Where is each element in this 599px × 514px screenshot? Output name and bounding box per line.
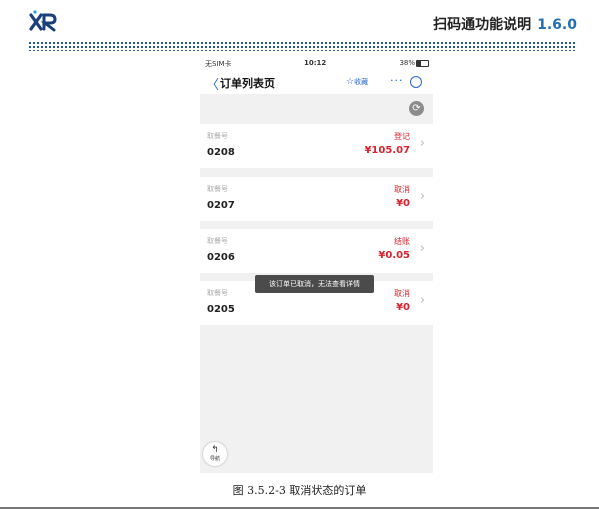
chevron-right-icon: › [419,136,425,151]
close-icon[interactable] [410,76,422,88]
toast-message: 该订单已取消，无法查看详情 [255,275,374,293]
order-label: 取餐号 [207,185,228,193]
order-status: 取消 [394,289,410,298]
navigation-button[interactable]: ↰ 导航 [203,442,227,466]
order-amount: ¥0 [396,302,410,313]
page-title: 订单列表页 [220,77,275,90]
order-number: 0208 [207,147,235,158]
chevron-right-icon: › [419,241,425,256]
nav-bar: 〈 订单列表页 ☆收藏 ··· [200,70,433,94]
order-number: 0205 [207,304,235,315]
battery-icon [416,60,429,67]
order-number: 0207 [207,200,235,211]
document-title: 扫码通功能说明 1.6.0 [433,14,577,34]
more-icon[interactable]: ··· [390,74,404,87]
figure-caption: 图 3.5.2-3 取消状态的订单 [232,484,367,497]
navigation-label: 导航 [209,456,220,462]
status-time: 10:12 [304,59,327,67]
phone-screenshot: 无SIM卡 10:12 38% 〈 订单列表页 ☆收藏 ··· ⟳ 取餐号 02… [200,56,433,473]
favorite-label: 收藏 [354,78,369,86]
undo-arrow-icon: ↰ [211,445,219,455]
back-icon[interactable]: 〈 [206,74,219,93]
order-status: 取消 [394,185,410,194]
order-amount: ¥105.07 [364,145,410,156]
order-amount: ¥0 [396,198,410,209]
star-icon: ☆ [346,77,355,87]
carrier-text: 无SIM卡 [205,60,232,68]
footer-divider [0,507,599,509]
order-label: 取餐号 [207,132,228,140]
order-card[interactable]: 取餐号 0208 登记 ¥105.07 › [200,124,433,168]
chevron-right-icon: › [419,189,425,204]
dotted-divider [28,41,577,51]
order-label: 取餐号 [207,237,228,245]
chevron-right-icon: › [419,293,425,308]
order-card[interactable]: 取餐号 0206 结账 ¥0.05 › [200,229,433,273]
status-bar: 无SIM卡 10:12 38% [200,56,433,70]
xr-logo [29,10,57,32]
order-label: 取餐号 [207,289,228,297]
order-card[interactable]: 取餐号 0207 取消 ¥0 › [200,177,433,221]
order-status: 结账 [394,237,410,246]
document-title-text: 扫码通功能说明 [433,17,532,33]
battery-percent: 38% [399,59,415,67]
order-status: 登记 [394,132,410,141]
order-number: 0206 [207,252,235,263]
order-amount: ¥0.05 [378,250,410,261]
favorite-button[interactable]: ☆收藏 [346,77,368,87]
document-version: 1.6.0 [537,17,577,33]
refresh-icon[interactable]: ⟳ [409,101,424,116]
